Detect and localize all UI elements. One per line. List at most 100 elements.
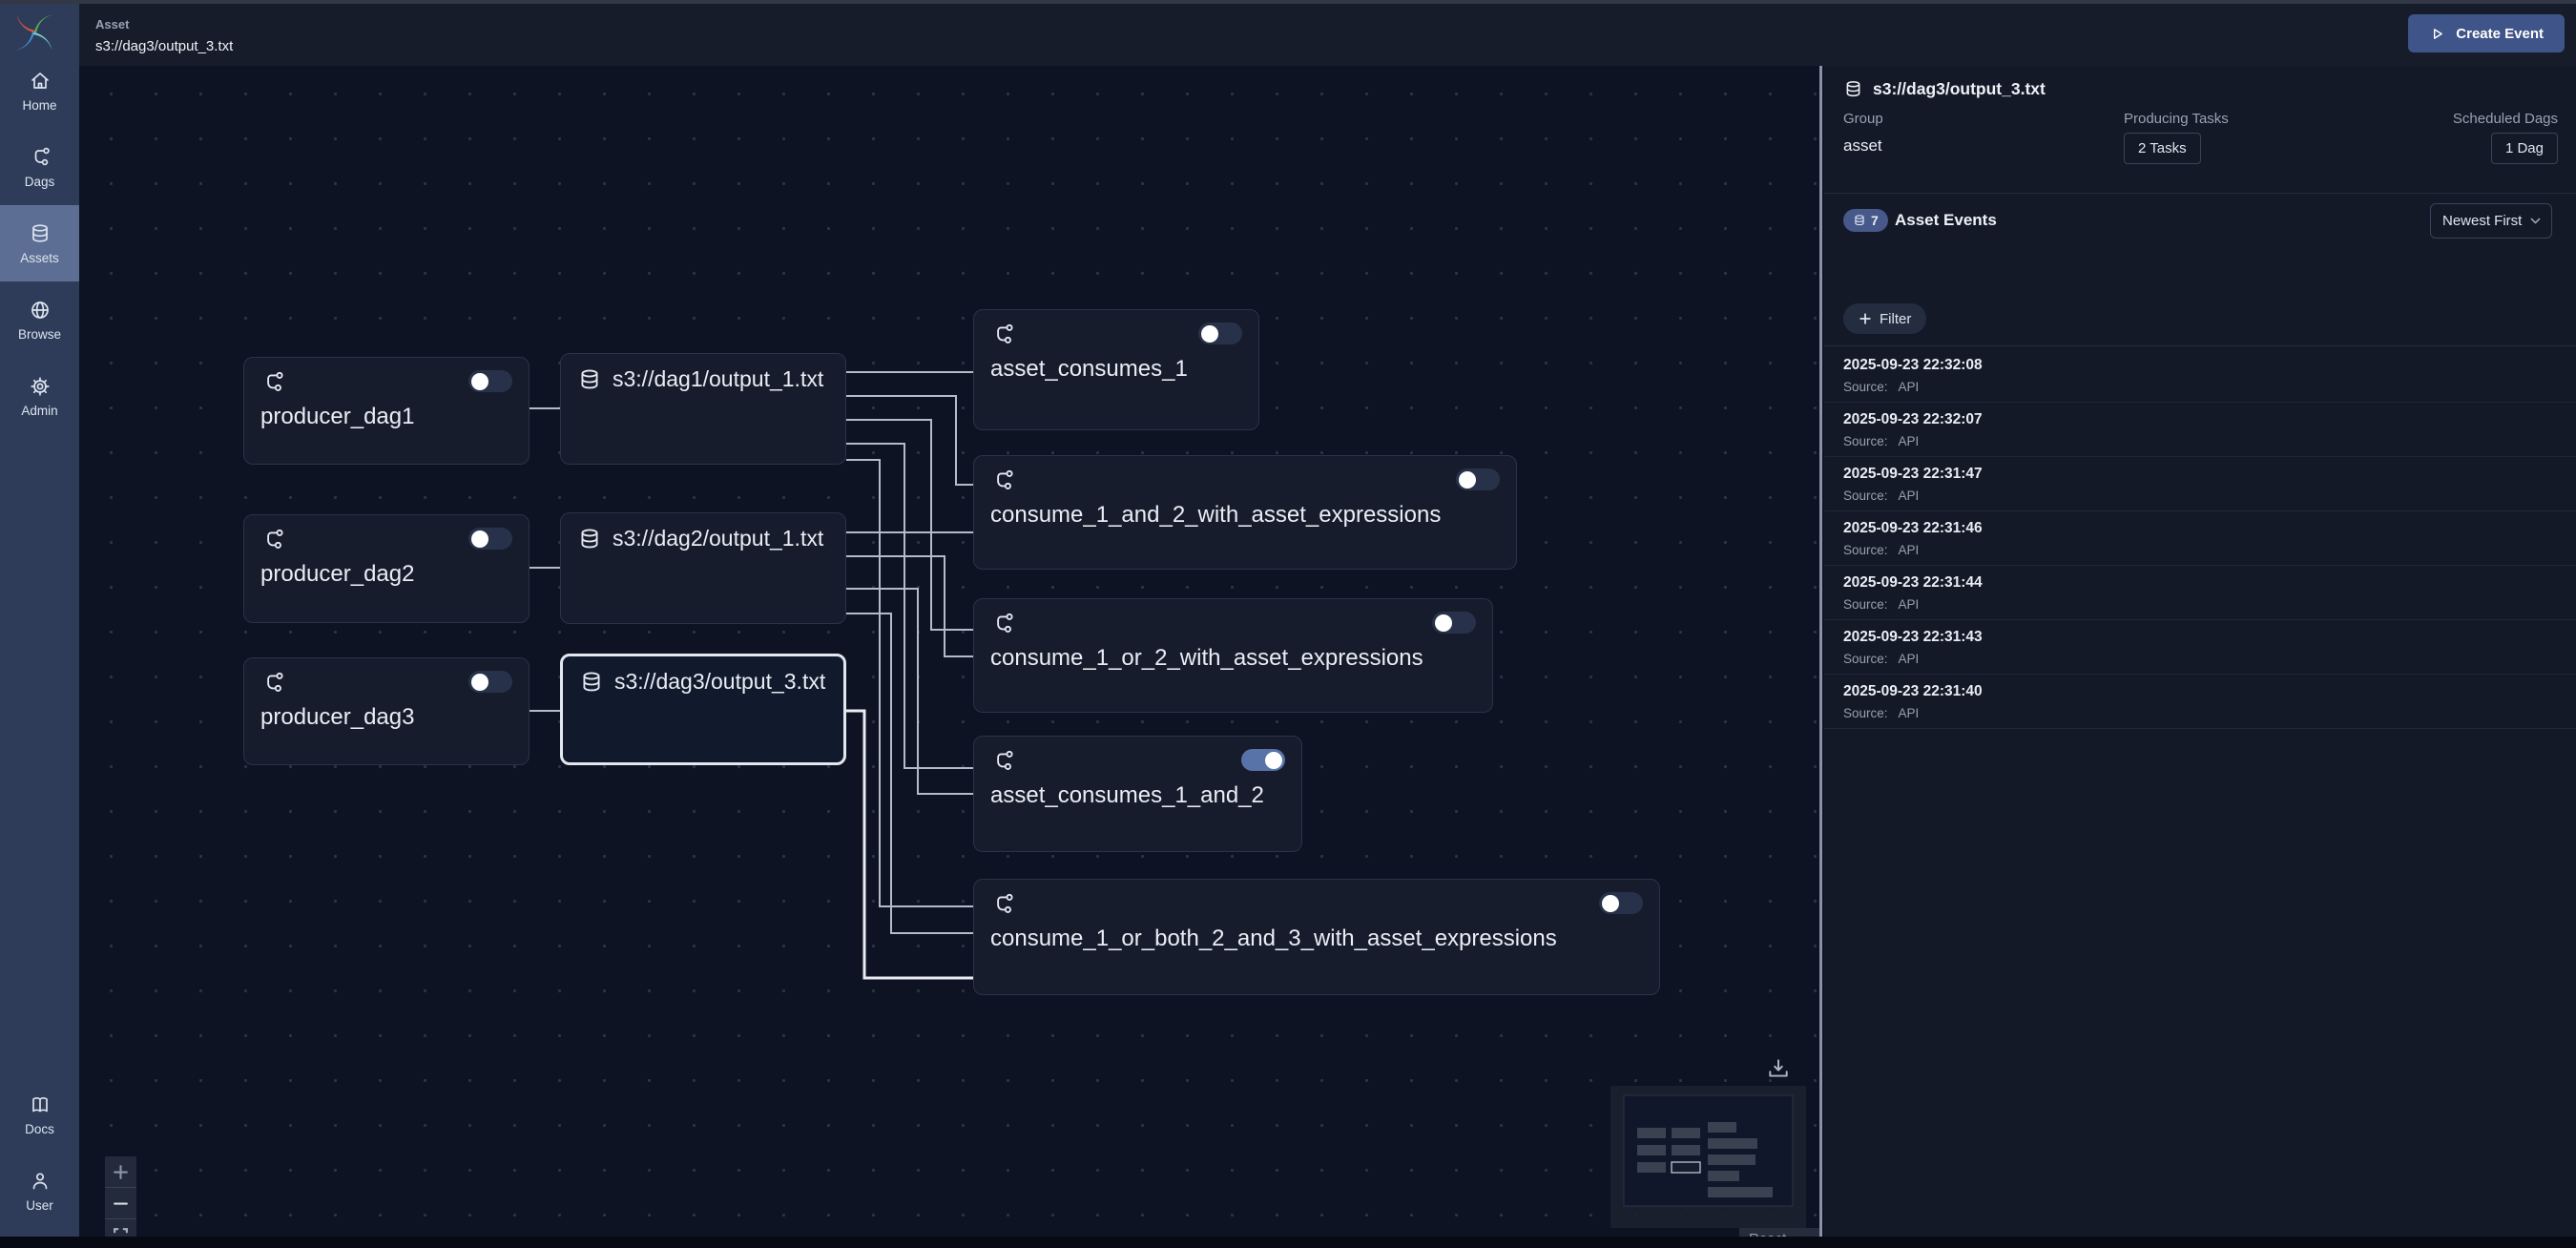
zoom-in-button[interactable]	[105, 1156, 136, 1188]
asset-event-row[interactable]: 2025-09-23 22:31:40 Source: API	[1824, 675, 2576, 729]
event-timestamp: 2025-09-23 22:32:08	[1843, 357, 2576, 374]
filter-label: Filter	[1880, 311, 1911, 327]
dag-icon	[990, 892, 1015, 917]
event-timestamp: 2025-09-23 22:31:46	[1843, 520, 2576, 537]
group-label: Group	[1843, 111, 1883, 127]
graph-node-producer-dag3[interactable]: producer_dag3	[243, 657, 530, 765]
database-icon	[29, 222, 52, 245]
book-icon	[29, 1093, 52, 1116]
graph-node-asset-dag2-output[interactable]: s3://dag2/output_1.txt	[560, 512, 846, 624]
play-icon	[2429, 26, 2445, 42]
node-label: consume_1_or_both_2_and_3_with_asset_exp…	[990, 926, 1643, 952]
toggle-knob	[471, 530, 488, 548]
asset-event-row[interactable]: 2025-09-23 22:32:08 Source: API	[1824, 348, 2576, 403]
event-timestamp: 2025-09-23 22:31:44	[1843, 574, 2576, 592]
sort-order-value: Newest First	[2442, 213, 2522, 229]
node-label: asset_consumes_1	[990, 356, 1242, 383]
sidebar-item-label: Docs	[25, 1122, 54, 1136]
download-image-button[interactable]	[1766, 1056, 1791, 1081]
sidebar-item-label: Home	[22, 98, 56, 113]
sidebar: Home Dags Assets Browse Admin	[0, 0, 79, 1248]
dag-icon	[260, 528, 285, 552]
toggle-knob	[471, 674, 488, 691]
database-icon	[1843, 79, 1863, 99]
database-icon	[577, 367, 602, 392]
graph-node-consume-1-or-both-2-and-3[interactable]: consume_1_or_both_2_and_3_with_asset_exp…	[973, 879, 1660, 995]
graph-node-producer-dag2[interactable]: producer_dag2	[243, 514, 530, 623]
minus-icon	[113, 1196, 129, 1212]
scheduled-dags-badge[interactable]: 1 Dag	[2491, 133, 2558, 164]
dag-pause-toggle[interactable]	[1241, 749, 1285, 771]
toggle-knob	[1459, 471, 1476, 489]
zoom-out-button[interactable]	[105, 1188, 136, 1219]
plus-icon	[1859, 312, 1872, 325]
breadcrumb: Asset	[95, 17, 129, 31]
window-top-strip	[0, 0, 2576, 4]
dag-pause-toggle[interactable]	[1432, 612, 1476, 634]
sort-order-select[interactable]: Newest First	[2430, 203, 2552, 239]
toggle-knob	[1435, 614, 1452, 632]
sidebar-item-docs[interactable]: Docs	[0, 1076, 79, 1153]
event-source-label: Source:	[1843, 380, 1888, 394]
asset-event-row[interactable]: 2025-09-23 22:31:44 Source:API	[1824, 566, 2576, 620]
dag-pause-toggle[interactable]	[1456, 468, 1500, 490]
create-event-label: Create Event	[2456, 26, 2544, 42]
graph-canvas[interactable]: producer_dag1 producer_dag2 producer_dag…	[79, 66, 1822, 1248]
top-header: Asset s3://dag3/output_3.txt Create Even…	[79, 4, 2576, 66]
sidebar-item-assets[interactable]: Assets	[0, 205, 79, 281]
dag-pause-toggle[interactable]	[468, 528, 512, 550]
panel-divider	[1819, 66, 1822, 1248]
asset-event-row[interactable]: 2025-09-23 22:31:46 Source: API	[1824, 511, 2576, 566]
asset-event-row[interactable]: 2025-09-23 22:31:43 Source:API	[1824, 620, 2576, 675]
event-timestamp: 2025-09-23 22:31:40	[1843, 683, 2576, 700]
filter-button[interactable]: Filter	[1843, 303, 1926, 334]
database-icon	[1853, 214, 1866, 227]
asset-event-row[interactable]: 2025-09-23 22:31:47 Source:API	[1824, 457, 2576, 511]
event-source-label: Source:	[1843, 543, 1888, 557]
plus-icon	[113, 1164, 129, 1180]
user-icon	[29, 1170, 52, 1193]
producing-tasks-badge[interactable]: 2 Tasks	[2124, 133, 2201, 164]
event-source-value: API	[1899, 543, 1920, 557]
asset-event-row[interactable]: 2025-09-23 22:32:07 Source:API	[1824, 403, 2576, 457]
toggle-knob	[1602, 895, 1619, 912]
graph-node-asset-dag1-output[interactable]: s3://dag1/output_1.txt	[560, 353, 846, 465]
toggle-knob	[1201, 325, 1218, 343]
divider	[1824, 345, 2576, 346]
node-label: producer_dag2	[260, 561, 512, 588]
graph-node-consume-1-and-2[interactable]: consume_1_and_2_with_asset_expressions	[973, 455, 1517, 570]
event-source-label: Source:	[1843, 706, 1888, 720]
dag-icon	[260, 671, 285, 696]
graph-node-asset-consumes-1-and-2[interactable]: asset_consumes_1_and_2	[973, 736, 1302, 852]
node-label: asset_consumes_1_and_2	[990, 782, 1285, 809]
chevron-down-icon	[2529, 215, 2542, 227]
sidebar-item-label: Assets	[20, 251, 59, 265]
sidebar-item-label: Browse	[18, 327, 61, 342]
sidebar-item-user[interactable]: User	[0, 1153, 79, 1229]
dag-pause-toggle[interactable]	[1599, 892, 1643, 914]
node-label: consume_1_or_2_with_asset_expressions	[990, 645, 1476, 672]
minimap[interactable]	[1610, 1086, 1806, 1228]
dag-pause-toggle[interactable]	[1198, 322, 1242, 344]
dag-pause-toggle[interactable]	[468, 370, 512, 392]
sidebar-item-admin[interactable]: Admin	[0, 358, 79, 434]
sidebar-item-label: Dags	[25, 175, 55, 189]
download-icon	[1766, 1056, 1791, 1081]
graph-node-asset-dag3-output-selected[interactable]: s3://dag3/output_3.txt	[560, 654, 846, 765]
event-source-value: API	[1899, 706, 1920, 720]
create-event-button[interactable]: Create Event	[2408, 14, 2565, 52]
dag-pause-toggle[interactable]	[468, 671, 512, 693]
sidebar-item-browse[interactable]: Browse	[0, 281, 79, 358]
asset-title: s3://dag3/output_3.txt	[1873, 79, 2046, 99]
graph-node-producer-dag1[interactable]: producer_dag1	[243, 357, 530, 465]
database-icon	[577, 527, 602, 551]
event-source-value: API	[1899, 380, 1920, 394]
node-label: producer_dag3	[260, 704, 512, 731]
event-source-label: Source:	[1843, 597, 1888, 612]
toggle-knob	[471, 373, 488, 390]
window-bottom-strip	[0, 1237, 2576, 1248]
sidebar-item-dags[interactable]: Dags	[0, 129, 79, 205]
graph-node-consume-1-or-2[interactable]: consume_1_or_2_with_asset_expressions	[973, 598, 1493, 713]
sidebar-item-home[interactable]: Home	[0, 52, 79, 129]
graph-node-asset-consumes-1[interactable]: asset_consumes_1	[973, 309, 1259, 430]
